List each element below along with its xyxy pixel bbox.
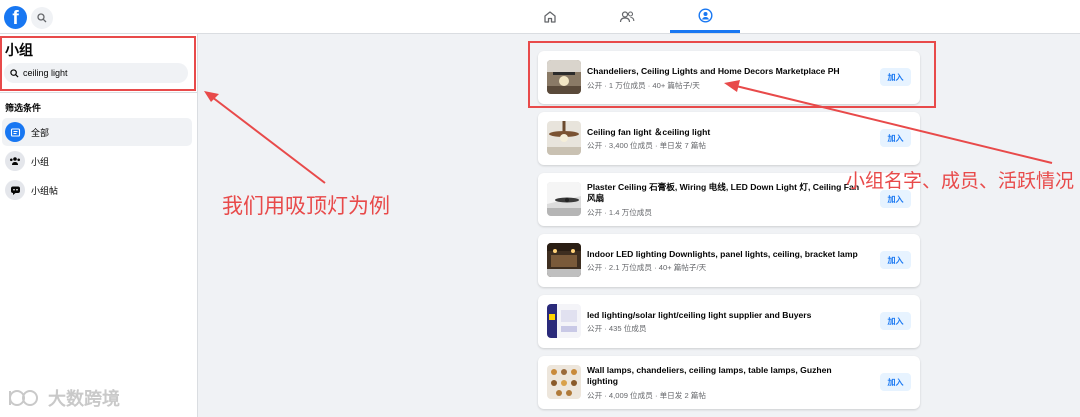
annotation-arrows bbox=[204, 80, 1053, 184]
watermark-text: 大数跨境 bbox=[48, 389, 120, 409]
annotation-left: 我们用吸顶灯为例 bbox=[222, 195, 390, 218]
annotation-right: 小组名字、成员、活跃情况 bbox=[846, 171, 1075, 192]
watermark: 大数跨境 bbox=[8, 385, 120, 411]
watermark-logo-icon bbox=[9, 390, 38, 406]
